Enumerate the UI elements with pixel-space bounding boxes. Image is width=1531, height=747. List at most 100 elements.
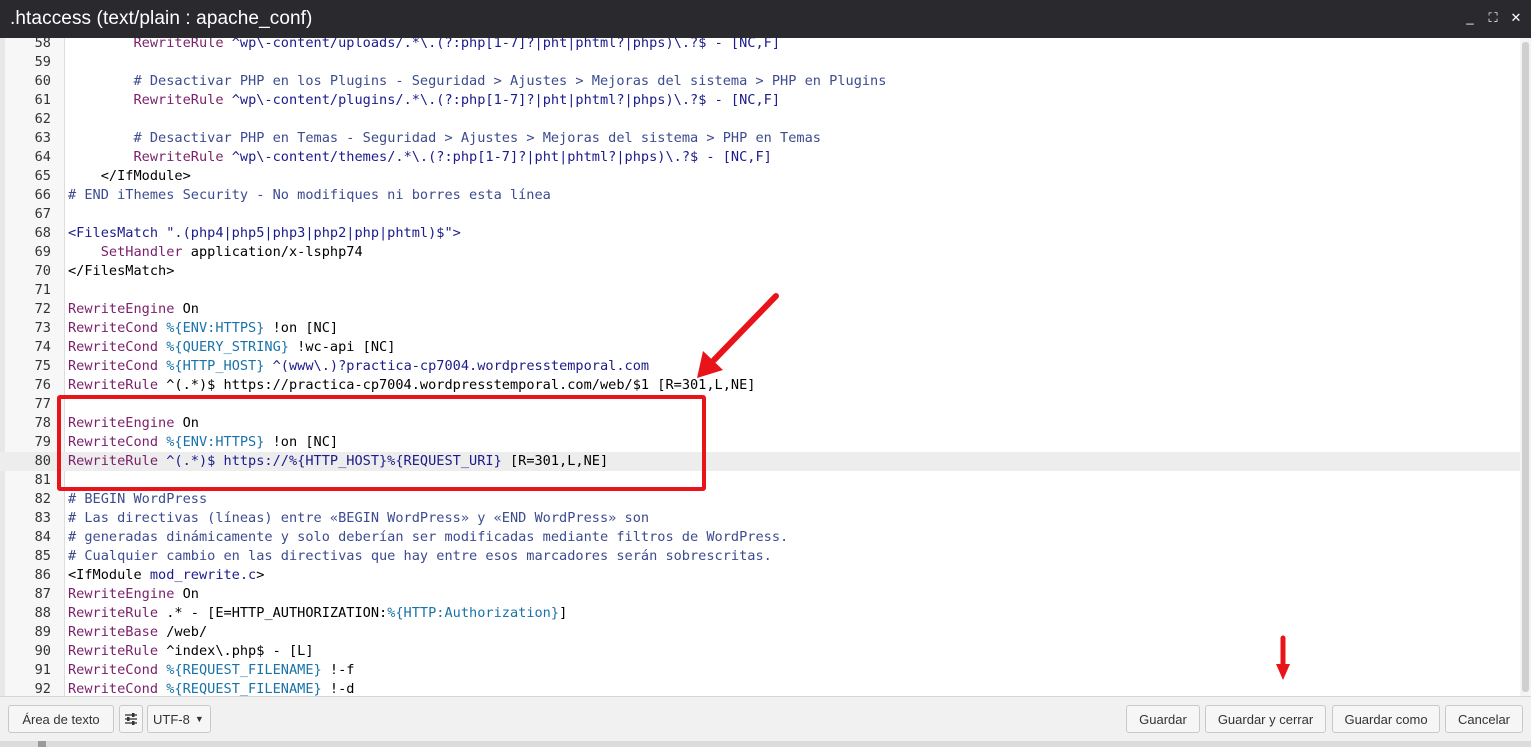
line-code: # generadas dinámicamente y solo debería… xyxy=(68,528,788,547)
code-line[interactable]: 61 RewriteRule ^wp\-content/plugins/.*\.… xyxy=(0,91,1520,110)
line-number: 76 xyxy=(34,377,51,393)
line-number: 79 xyxy=(34,434,51,450)
code-line[interactable]: 66 # END iThemes Security - No modifiques… xyxy=(0,186,1520,205)
line-code: RewriteCond %{HTTP_HOST} ^(www\.)?practi… xyxy=(68,357,649,376)
code-line[interactable]: 82 # BEGIN WordPress xyxy=(0,490,1520,509)
line-number: 59 xyxy=(34,54,51,70)
code-line[interactable]: 71 xyxy=(0,281,1520,300)
line-code: # END iThemes Security - No modifiques n… xyxy=(68,186,551,205)
scrollbar-thumb[interactable] xyxy=(1522,42,1529,692)
code-line[interactable]: 59 xyxy=(0,53,1520,72)
code-line[interactable]: 70 </FilesMatch> xyxy=(0,262,1520,281)
code-token: %{REQUEST_FILENAME} xyxy=(158,662,322,678)
code-line[interactable]: 73 RewriteCond %{ENV:HTTPS} !on [NC] xyxy=(0,319,1520,338)
code-token: </IfModule> xyxy=(68,168,191,184)
line-number: 69 xyxy=(34,244,51,260)
code-line[interactable]: 92 RewriteCond %{REQUEST_FILENAME} !-d xyxy=(0,680,1520,696)
code-line[interactable]: 88 RewriteRule .* - [E=HTTP_AUTHORIZATION… xyxy=(0,604,1520,623)
line-code: RewriteCond %{ENV:HTTPS} !on [NC] xyxy=(68,433,338,452)
code-line[interactable]: 72 RewriteEngine On xyxy=(0,300,1520,319)
vertical-scrollbar[interactable] xyxy=(1520,38,1531,696)
code-line[interactable]: 85 # Cualquier cambio en las directivas q… xyxy=(0,547,1520,566)
code-line[interactable]: 79 RewriteCond %{ENV:HTTPS} !on [NC] xyxy=(0,433,1520,452)
code-line[interactable]: 87 RewriteEngine On xyxy=(0,585,1520,604)
code-token: RewriteCond xyxy=(68,434,159,450)
code-line[interactable]: 74 RewriteCond %{QUERY_STRING} !wc-api [N… xyxy=(0,338,1520,357)
code-line[interactable]: 83 # Las directivas (líneas) entre «BEGIN… xyxy=(0,509,1520,528)
line-code: RewriteRule ^(.*)$ https://practica-cp70… xyxy=(68,376,755,395)
line-code: # BEGIN WordPress xyxy=(68,490,207,509)
code-line[interactable]: 81 xyxy=(0,471,1520,490)
window-bottom-edge xyxy=(0,741,1531,747)
close-icon[interactable]: ✕ xyxy=(1509,10,1523,26)
resize-handle[interactable] xyxy=(38,741,46,747)
line-number: 62 xyxy=(34,111,51,127)
code-line[interactable]: 89 RewriteBase /web/ xyxy=(0,623,1520,642)
textarea-button[interactable]: Área de texto xyxy=(8,705,114,733)
code-line[interactable]: 75 RewriteCond %{HTTP_HOST} ^(www\.)?prac… xyxy=(0,357,1520,376)
line-number: 66 xyxy=(34,187,51,203)
code-token: RewriteRule xyxy=(133,38,224,51)
code-line[interactable]: 67 xyxy=(0,205,1520,224)
code-line[interactable]: 60 # Desactivar PHP en los Plugins - Seg… xyxy=(0,72,1520,91)
settings-button[interactable] xyxy=(119,705,143,733)
line-number: 81 xyxy=(34,472,51,488)
line-code: RewriteCond %{REQUEST_FILENAME} !-d xyxy=(68,680,354,696)
code-token: # Cualquier cambio en las directivas que… xyxy=(68,548,772,564)
line-code: </FilesMatch> xyxy=(68,262,174,281)
code-line[interactable]: 68 <FilesMatch ".(php4|php5|php3|php2|php… xyxy=(0,224,1520,243)
line-code: RewriteEngine On xyxy=(68,300,199,319)
code-token: ^wp\-content/plugins/.*\.(?:php[1-7]?|ph… xyxy=(223,92,781,108)
line-number: 75 xyxy=(34,358,51,374)
maximize-icon[interactable]: ⛶ xyxy=(1486,10,1500,26)
code-token: # BEGIN WordPress xyxy=(68,491,208,507)
line-number: 89 xyxy=(34,624,51,640)
code-token: RewriteRule xyxy=(68,377,159,393)
code-line[interactable]: 63 # Desactivar PHP en Temas - Seguridad… xyxy=(0,129,1520,148)
code-line[interactable]: 78 RewriteEngine On xyxy=(0,414,1520,433)
window-title: .htaccess (text/plain : apache_conf) xyxy=(10,8,313,29)
code-token: On xyxy=(174,586,199,602)
line-number: 72 xyxy=(34,301,51,317)
code-line[interactable]: 69 SetHandler application/x-lsphp74 xyxy=(0,243,1520,262)
code-line[interactable]: 58 RewriteRule ^wp\-content/uploads/.*\.… xyxy=(0,38,1520,53)
encoding-select[interactable]: UTF-8 ▼ xyxy=(147,705,211,733)
code-token: ^wp\-content/uploads/.*\.(?:php[1-7]?|ph… xyxy=(223,38,781,51)
code-token: <IfModule xyxy=(68,567,150,583)
code-line[interactable]: 80 RewriteRule ^(.*)$ https://%{HTTP_HOST… xyxy=(0,452,1520,471)
code-token: !-f xyxy=(321,662,355,678)
line-code: # Cualquier cambio en las directivas que… xyxy=(68,547,772,566)
encoding-value: UTF-8 xyxy=(153,711,190,727)
code-token: !on [NC] xyxy=(264,434,339,450)
code-token: ^(.*)$ https://%{HTTP_HOST}%{REQUEST_URI… xyxy=(158,453,502,469)
code-token: RewriteCond xyxy=(68,358,159,374)
code-line[interactable]: 62 xyxy=(0,110,1520,129)
code-line[interactable]: 65 </IfModule> xyxy=(0,167,1520,186)
code-line[interactable]: 90 RewriteRule ^index\.php$ - [L] xyxy=(0,642,1520,661)
code-token: RewriteRule xyxy=(68,453,159,469)
line-number: 85 xyxy=(34,548,51,564)
code-line[interactable]: 77 xyxy=(0,395,1520,414)
code-line[interactable]: 64 RewriteRule ^wp\-content/themes/.*\.(… xyxy=(0,148,1520,167)
code-lines[interactable]: 58 RewriteRule ^wp\-content/uploads/.*\.… xyxy=(0,38,1520,696)
code-token: <FilesMatch ".(php4|php5|php3|php2|php|p… xyxy=(68,225,461,241)
code-line[interactable]: 86 <IfModule mod_rewrite.c> xyxy=(0,566,1520,585)
code-line[interactable]: 76 RewriteRule ^(.*)$ https://practica-cp… xyxy=(0,376,1520,395)
code-line[interactable]: 84 # generadas dinámicamente y solo deber… xyxy=(0,528,1520,547)
line-number: 65 xyxy=(34,168,51,184)
code-token: %{REQUEST_FILENAME} xyxy=(158,681,322,696)
code-editor[interactable]: 58 RewriteRule ^wp\-content/uploads/.*\.… xyxy=(0,38,1531,696)
save-button[interactable]: Guardar xyxy=(1126,705,1200,733)
code-token: !on [NC] xyxy=(264,320,339,336)
save-as-button[interactable]: Guardar como xyxy=(1332,705,1440,733)
minimize-icon[interactable]: _ xyxy=(1463,10,1477,26)
line-code: </IfModule> xyxy=(68,167,191,186)
title-bar: .htaccess (text/plain : apache_conf) _ ⛶… xyxy=(0,0,1531,38)
cancel-button[interactable]: Cancelar xyxy=(1445,705,1523,733)
line-number: 63 xyxy=(34,130,51,146)
save-and-close-button[interactable]: Guardar y cerrar xyxy=(1205,705,1326,733)
line-number: 87 xyxy=(34,586,51,602)
code-line[interactable]: 91 RewriteCond %{REQUEST_FILENAME} !-f xyxy=(0,661,1520,680)
code-token: RewriteEngine xyxy=(68,301,175,317)
